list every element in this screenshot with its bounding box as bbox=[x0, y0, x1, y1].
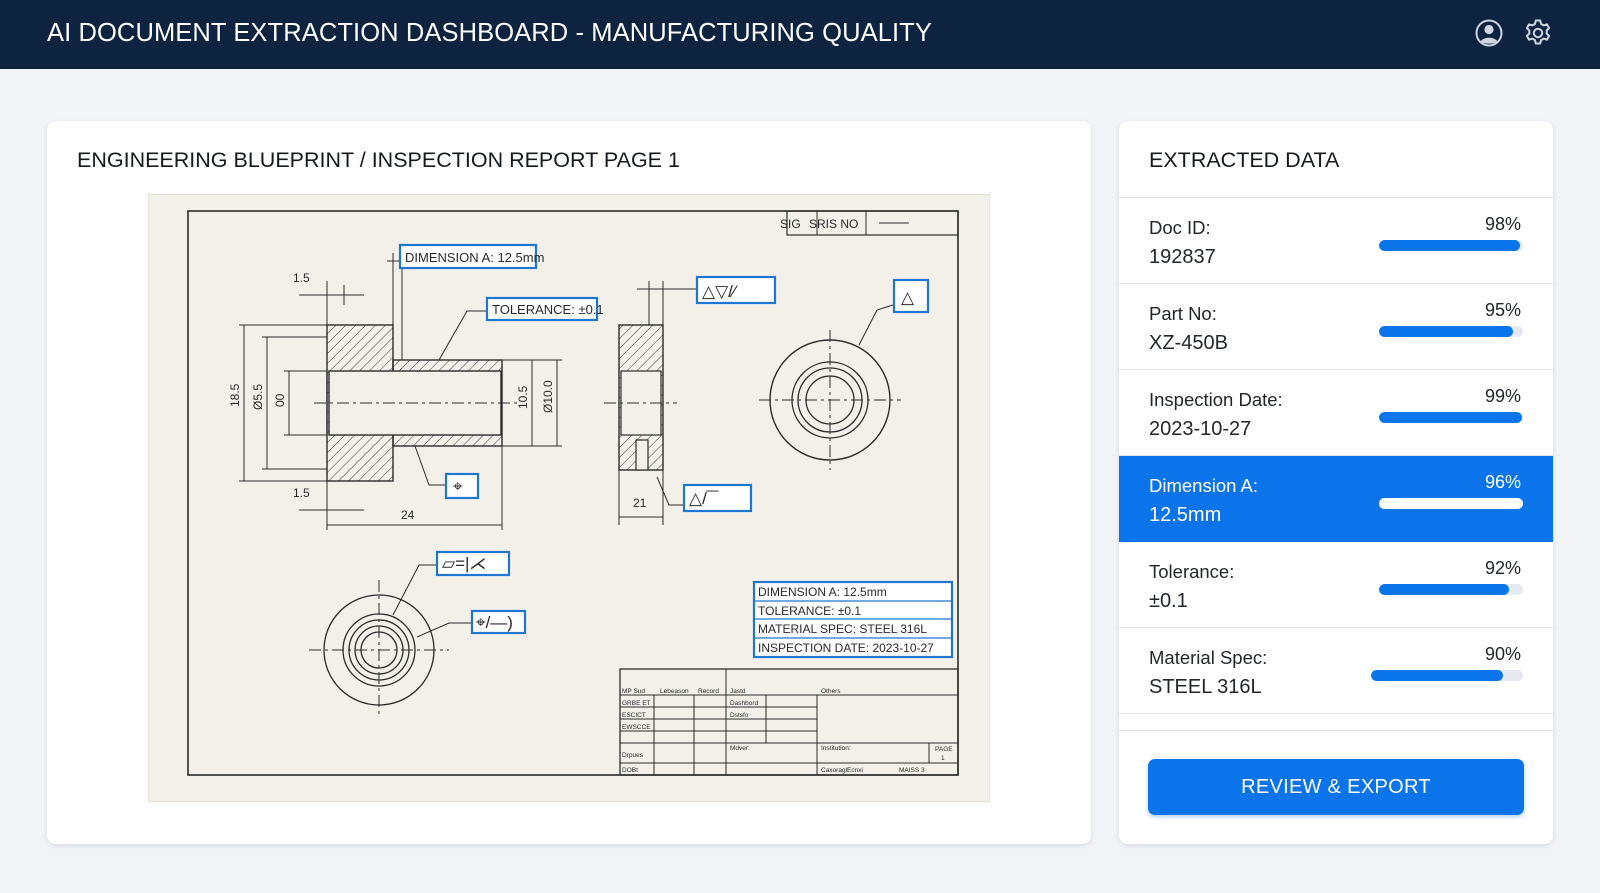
divider bbox=[1119, 730, 1553, 731]
gdt-warning-symbol: △ bbox=[901, 288, 915, 307]
extracted-field-inspection-date[interactable]: Inspection Date: 2023-10-27 99% bbox=[1119, 370, 1553, 456]
app-title: AI DOCUMENT EXTRACTION DASHBOARD - MANUF… bbox=[47, 19, 932, 47]
confidence-bar bbox=[1371, 670, 1523, 681]
dim-length: 24 bbox=[401, 508, 415, 522]
dim-bottom-step: 1.5 bbox=[293, 486, 310, 500]
tb-r1-c4: Jastd bbox=[730, 688, 746, 695]
gdt-flatness-symbol: ▱=|⋌ bbox=[442, 554, 486, 573]
summary-line-1: DIMENSION A: 12.5mm bbox=[758, 585, 887, 599]
tb-r3-c1: ESCICT bbox=[622, 712, 646, 719]
extracted-field-dimension-a[interactable]: Dimension A: 12.5mm 96% bbox=[1119, 456, 1553, 542]
field-label: Doc ID: bbox=[1149, 217, 1211, 238]
dim-h3: 00 bbox=[273, 393, 287, 407]
dim-h4: 10.5 bbox=[516, 385, 530, 409]
confidence-bar-fill bbox=[1371, 670, 1504, 681]
field-value: 192837 bbox=[1149, 246, 1216, 268]
field-value: STEEL 316L bbox=[1149, 676, 1262, 698]
tb-r1-c1: MP Sud bbox=[622, 688, 645, 695]
extracted-field-doc-id[interactable]: Doc ID: 192837 98% bbox=[1119, 198, 1553, 284]
blueprint-drawing: SIG SRIS NO 1.5 1.5 24 21 18.5 Ø5.5 00 1… bbox=[187, 210, 959, 776]
tb-r5-c3: Institution: bbox=[821, 745, 851, 752]
annotation-dimension-a-text: DIMENSION A: 12.5mm bbox=[405, 250, 544, 265]
tb-r6-c2: CaxoraglEcnxi bbox=[821, 767, 863, 774]
confidence-bar bbox=[1379, 412, 1523, 423]
tb-r5-c5: 1 bbox=[941, 755, 945, 762]
annotation-tolerance-text: TOLERANCE: ±0.1 bbox=[492, 302, 604, 317]
tb-r6-c3: MAISS 3 bbox=[899, 767, 925, 774]
document-viewer-panel: ENGINEERING BLUEPRINT / INSPECTION REPOR… bbox=[47, 121, 1091, 844]
blueprint-image[interactable]: SIG SRIS NO 1.5 1.5 24 21 18.5 Ø5.5 00 1… bbox=[149, 195, 989, 801]
field-value: ±0.1 bbox=[1149, 590, 1188, 612]
confidence-percent: 96% bbox=[1484, 472, 1521, 492]
tb-r4-c1: EWSCCE bbox=[622, 724, 651, 731]
field-value: 12.5mm bbox=[1149, 504, 1222, 526]
gdt-top-symbol: △▽/⁄ bbox=[702, 282, 739, 301]
confidence-bar-fill bbox=[1379, 240, 1521, 251]
confidence-bar-fill bbox=[1379, 498, 1518, 509]
tb-r5-c1: Drpues bbox=[622, 752, 644, 759]
confidence-percent: 95% bbox=[1484, 300, 1521, 320]
extracted-data-title: EXTRACTED DATA bbox=[1149, 148, 1340, 172]
review-export-button[interactable]: REVIEW & EXPORT bbox=[1148, 759, 1524, 815]
confidence-bar-fill bbox=[1379, 326, 1513, 337]
confidence-bar bbox=[1379, 326, 1523, 337]
confidence-percent: 92% bbox=[1484, 558, 1521, 578]
tb-r5-c2: Mdver: bbox=[730, 745, 750, 752]
tb-r1-c3: Record bbox=[698, 688, 719, 695]
dim-side-width: 21 bbox=[633, 496, 647, 510]
gdt-position-symbol: ⌖ bbox=[453, 477, 463, 496]
extracted-field-tolerance[interactable]: Tolerance: ±0.1 92% bbox=[1119, 542, 1553, 628]
confidence-bar bbox=[1379, 498, 1523, 509]
document-title: ENGINEERING BLUEPRINT / INSPECTION REPOR… bbox=[77, 148, 680, 172]
user-icon[interactable] bbox=[1472, 16, 1506, 50]
field-label: Tolerance: bbox=[1149, 561, 1235, 582]
confidence-percent: 98% bbox=[1484, 214, 1521, 234]
dim-h2: Ø5.5 bbox=[251, 384, 265, 410]
blueprint-sris-label: SRIS NO bbox=[809, 217, 858, 231]
field-label: Inspection Date: bbox=[1149, 389, 1283, 410]
tb-r6-c1: DOBt bbox=[622, 767, 638, 774]
gdt-position-2-symbol: ⌖/—) bbox=[476, 613, 513, 632]
summary-line-4: INSPECTION DATE: 2023-10-27 bbox=[758, 641, 934, 655]
confidence-bar bbox=[1379, 240, 1523, 251]
tb-r3-c2: Dstsfo bbox=[730, 712, 749, 719]
blueprint-sig-label: SIG bbox=[780, 217, 801, 231]
confidence-bar-fill bbox=[1379, 412, 1522, 423]
confidence-bar-fill bbox=[1379, 584, 1509, 595]
field-label: Material Spec: bbox=[1149, 647, 1268, 668]
extracted-field-material-spec[interactable]: Material Spec: STEEL 316L 90% bbox=[1119, 628, 1553, 714]
extracted-data-panel: EXTRACTED DATA Doc ID: 192837 98% Part No: X… bbox=[1119, 121, 1553, 844]
tb-r2-c2: Dashbord bbox=[730, 700, 759, 707]
tb-r1-c2: Lebeason bbox=[660, 688, 689, 695]
gdt-profile-symbol: △/‾‾ bbox=[689, 489, 719, 508]
field-value: 2023-10-27 bbox=[1149, 418, 1252, 440]
tb-r1-c5: Others bbox=[821, 688, 841, 695]
settings-gear-icon[interactable] bbox=[1521, 16, 1555, 50]
field-value: XZ-450B bbox=[1149, 332, 1228, 354]
dim-h1: 18.5 bbox=[228, 383, 242, 407]
top-bar: AI DOCUMENT EXTRACTION DASHBOARD - MANUF… bbox=[0, 0, 1600, 69]
summary-line-2: TOLERANCE: ±0.1 bbox=[758, 604, 861, 618]
field-label: Dimension A: bbox=[1149, 475, 1258, 496]
tb-r2-c1: GRBE ET bbox=[622, 700, 651, 707]
dim-top-step: 1.5 bbox=[293, 271, 310, 285]
extracted-field-part-no[interactable]: Part No: XZ-450B 95% bbox=[1119, 284, 1553, 370]
dim-h5: Ø10.0 bbox=[541, 380, 555, 413]
confidence-percent: 99% bbox=[1484, 386, 1521, 406]
field-label: Part No: bbox=[1149, 303, 1217, 324]
confidence-percent: 90% bbox=[1484, 644, 1521, 664]
tb-r5-c4: PAGE bbox=[935, 746, 953, 753]
summary-line-3: MATERIAL SPEC: STEEL 316L bbox=[758, 622, 927, 636]
confidence-bar bbox=[1379, 584, 1523, 595]
